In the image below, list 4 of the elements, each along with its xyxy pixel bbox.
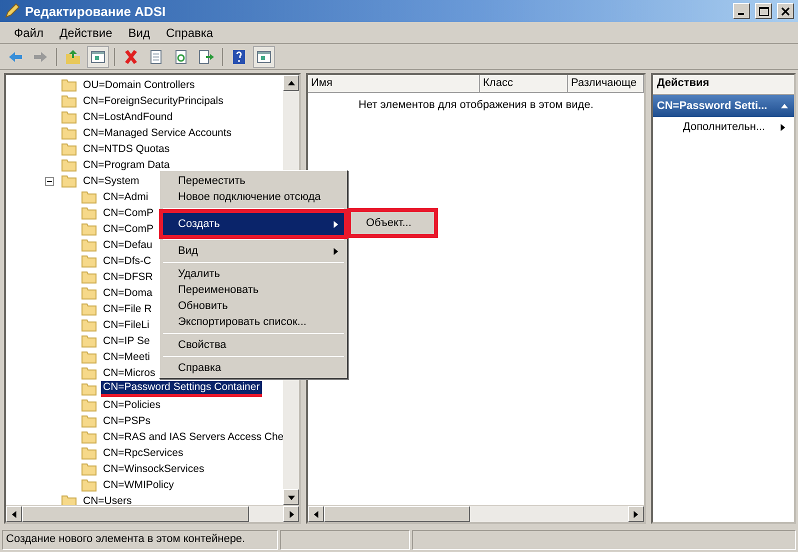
window-title: Редактирование ADSI bbox=[25, 4, 167, 18]
status-text: Создание нового элемента в этом контейнере. bbox=[2, 530, 278, 550]
actions-title: Действия bbox=[652, 75, 794, 95]
empty-message: Нет элементов для отображения в этом виде. bbox=[358, 99, 594, 111]
